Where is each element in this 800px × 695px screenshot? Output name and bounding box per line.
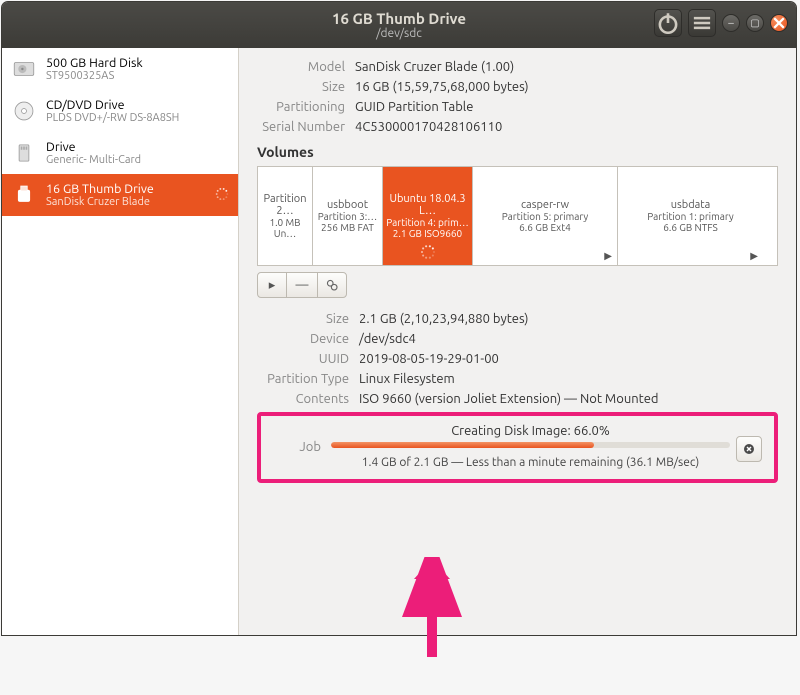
expand-icon: ▶	[604, 250, 612, 262]
job-progress-fill	[331, 442, 594, 448]
content-pane: ModelSanDisk Cruzer Blade (1.00) Size16 …	[239, 48, 796, 635]
volume-strip: Partition 2…1.0 MB Un…usbbootPartition 3…	[257, 166, 778, 266]
part-type-label: Partition Type	[257, 372, 359, 386]
model-value: SanDisk Cruzer Blade (1.00)	[355, 60, 514, 74]
partitioning-label: Partitioning	[257, 100, 355, 114]
device-name: CD/DVD Drive	[46, 98, 230, 112]
minimize-button[interactable]: ‒	[722, 14, 740, 32]
usb-icon	[10, 181, 38, 209]
job-label: Job	[271, 440, 331, 454]
maximize-button[interactable]: ▢	[746, 14, 764, 32]
device-item-0[interactable]: 500 GB Hard DiskST9500325AS	[2, 48, 238, 90]
partitioning-value: GUID Partition Table	[355, 100, 473, 114]
job-title: Creating Disk Image: 66.0%	[331, 424, 730, 438]
close-button[interactable]	[770, 14, 788, 32]
card-icon	[10, 139, 38, 167]
model-label: Model	[257, 60, 355, 74]
device-item-1[interactable]: CD/DVD DrivePLDS DVD+/-RW DS-8A8SH	[2, 90, 238, 132]
part-uuid-label: UUID	[257, 352, 359, 366]
volume-settings-button[interactable]	[317, 272, 347, 298]
annotation-arrow	[402, 557, 462, 671]
volume-size: 1.0 MB Un…	[260, 217, 310, 239]
part-size-value: 2.1 GB (2,10,23,94,880 bytes)	[359, 312, 529, 326]
volume-sub: Partition 4: prim…	[386, 217, 468, 228]
volume-sub: Partition 3:…	[318, 211, 377, 222]
part-uuid-value: 2019-08-05-19-29-01-00	[359, 352, 499, 366]
menu-button[interactable]	[688, 9, 716, 37]
volume-toolbar: ▸ —	[257, 272, 778, 298]
device-sub: PLDS DVD+/-RW DS-8A8SH	[46, 112, 230, 124]
device-name: Drive	[46, 140, 230, 154]
volume-name: Ubuntu 18.04.3 L…	[385, 193, 470, 217]
device-sidebar: 500 GB Hard DiskST9500325ASCD/DVD DriveP…	[2, 48, 239, 635]
volume-3[interactable]: casper-rwPartition 5: primary6.6 GB Ext4…	[473, 167, 618, 265]
volume-name: usbdata	[671, 199, 711, 211]
device-name: 16 GB Thumb Drive	[46, 182, 230, 196]
device-name: 500 GB Hard Disk	[46, 56, 230, 70]
volume-4[interactable]: usbdataPartition 1: primary6.6 GB NTFS ▶	[618, 167, 763, 265]
part-device-value: /dev/sdc4	[359, 332, 416, 346]
serial-label: Serial Number	[257, 120, 355, 134]
volume-0[interactable]: Partition 2…1.0 MB Un…	[258, 167, 313, 265]
part-type-value: Linux Filesystem	[359, 372, 455, 386]
device-item-2[interactable]: DriveGeneric- Multi-Card	[2, 132, 238, 174]
volumes-heading: Volumes	[257, 144, 778, 160]
volume-size: 6.6 GB Ext4	[519, 222, 571, 233]
part-device-label: Device	[257, 332, 359, 346]
expand-icon: ▶	[750, 250, 758, 262]
mount-button[interactable]: ▸	[257, 272, 287, 298]
device-sub: Generic- Multi-Card	[46, 154, 230, 166]
app-window: 16 GB Thumb Drive /dev/sdc ‒ ▢ 500 GB Ha…	[1, 1, 797, 636]
volume-name: Partition 2…	[260, 193, 310, 217]
titlebar: 16 GB Thumb Drive /dev/sdc ‒ ▢	[2, 2, 796, 48]
cancel-job-button[interactable]	[736, 436, 762, 462]
device-sub: ST9500325AS	[46, 70, 230, 82]
part-contents-value: ISO 9660 (version Joliet Extension) — No…	[359, 392, 659, 406]
hdd-icon	[10, 55, 38, 83]
volume-1[interactable]: usbbootPartition 3:…256 MB FAT	[313, 167, 383, 265]
optical-icon	[10, 97, 38, 125]
job-progress	[331, 442, 730, 448]
part-contents-label: Contents	[257, 392, 359, 406]
power-button[interactable]	[654, 9, 682, 37]
drive-size-value: 16 GB (15,59,75,68,000 bytes)	[355, 80, 529, 94]
device-sub: SanDisk Cruzer Blade	[46, 196, 230, 208]
delete-partition-button[interactable]: —	[287, 272, 317, 298]
drive-size-label: Size	[257, 80, 355, 94]
job-highlight: Job Creating Disk Image: 66.0% 1.4 GB of…	[257, 412, 778, 483]
volume-name: usbboot	[327, 199, 368, 211]
volume-sub: Partition 5: primary	[502, 211, 588, 222]
job-detail: 1.4 GB of 2.1 GB — Less than a minute re…	[331, 456, 730, 469]
volume-size: 256 MB FAT	[321, 222, 374, 233]
device-item-3[interactable]: 16 GB Thumb DriveSanDisk Cruzer Blade	[2, 174, 238, 216]
part-size-label: Size	[257, 312, 359, 326]
volume-sub: Partition 1: primary	[647, 211, 733, 222]
volume-2[interactable]: Ubuntu 18.04.3 L…Partition 4: prim…2.1 G…	[383, 167, 473, 265]
volume-size: 6.6 GB NTFS	[663, 222, 718, 233]
volume-name: casper-rw	[521, 199, 569, 211]
serial-value: 4C530000170428106110	[355, 120, 502, 134]
volume-size: 2.1 GB ISO9660	[393, 228, 462, 239]
